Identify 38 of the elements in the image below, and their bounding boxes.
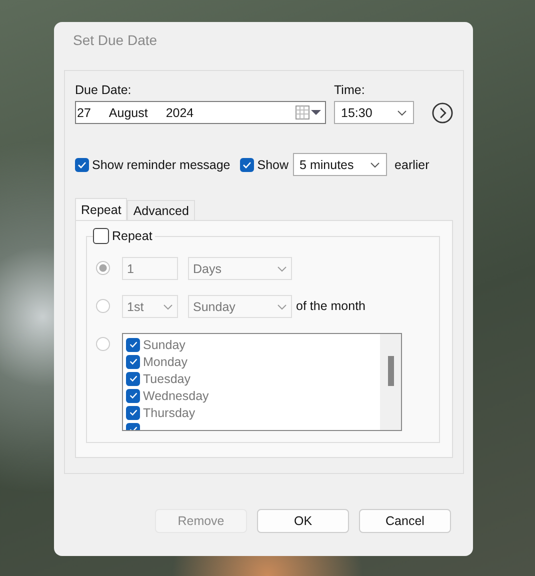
unit-dropdown[interactable]: Days	[188, 257, 292, 280]
checkmark-icon	[128, 356, 138, 367]
checkmark-icon	[128, 407, 138, 418]
earlier-label: earlier	[394, 158, 430, 172]
time-label: Time:	[334, 83, 366, 97]
ordinal-dropdown[interactable]: 1st	[122, 295, 178, 318]
of-the-month-label: of the month	[296, 298, 366, 315]
weekday-dropdown[interactable]: Sunday	[188, 295, 292, 318]
radio-button[interactable]	[96, 299, 110, 313]
tab[interactable]: Advanced	[127, 200, 195, 220]
chevron-down-icon	[397, 110, 407, 116]
weekday-checkbox[interactable]: Wednesday	[126, 387, 380, 404]
weekday-checkbox[interactable]: Sunday	[126, 336, 380, 353]
reminder-checkbox[interactable]: Show reminder message	[75, 158, 230, 172]
weekday-checkbox[interactable]: Tuesday	[126, 370, 380, 387]
weekday-checkbox[interactable]: Thursday	[126, 404, 380, 421]
dialog-button[interactable]: OK	[257, 509, 349, 533]
window-title: Set Due Date	[72, 32, 158, 50]
checkmark-icon	[128, 373, 138, 384]
chevron-down-icon	[277, 304, 287, 310]
radio-button[interactable]	[96, 261, 110, 275]
minutes-dropdown[interactable]: 5 minutes	[292, 153, 387, 176]
checkmark-icon	[128, 390, 138, 401]
chevron-down-icon	[277, 266, 287, 272]
checkmark-icon	[128, 339, 138, 350]
scrollbar[interactable]	[380, 334, 401, 430]
chevron-down-icon	[370, 162, 380, 168]
repeat-checkbox[interactable]: Repeat	[93, 228, 156, 244]
chevron-down-icon	[163, 304, 173, 310]
show-checkbox[interactable]: Show	[240, 158, 289, 172]
dialog-button[interactable]: Cancel	[359, 509, 451, 533]
time-dropdown[interactable]: 15:30	[334, 101, 414, 124]
due-date-label: Due Date:	[75, 83, 132, 97]
radio-button[interactable]	[96, 337, 110, 351]
date-picker-field[interactable]: 27 August 2024	[75, 101, 326, 124]
tab[interactable]: Repeat	[75, 198, 128, 220]
weekday-checkbox[interactable]: Monday	[126, 353, 380, 370]
number-field[interactable]: 1	[122, 257, 178, 280]
